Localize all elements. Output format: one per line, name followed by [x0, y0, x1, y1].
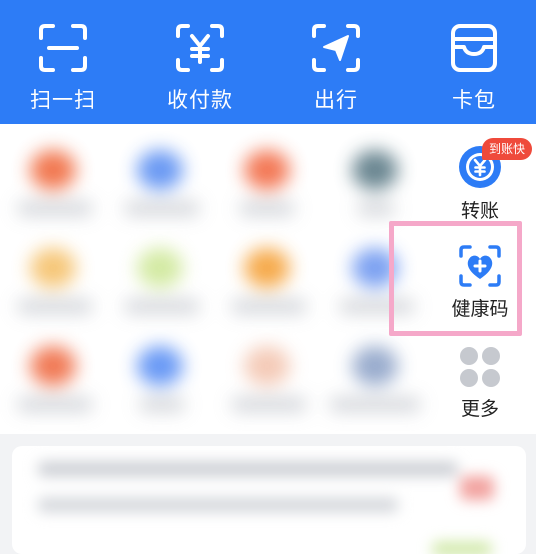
- card-wallet-label: 卡包: [452, 88, 496, 112]
- blurred-app-label: [232, 300, 306, 313]
- blurred-card-thumb: [460, 476, 494, 500]
- health-code-highlight-frame: [389, 221, 522, 336]
- card-wallet-button[interactable]: 卡包: [419, 22, 529, 114]
- blurred-app-label: [125, 202, 199, 215]
- app-grid-panel: 转账 到账快 健康码 更多: [0, 124, 536, 434]
- travel-button[interactable]: 出行: [281, 22, 391, 114]
- blurred-app-icon: [30, 346, 76, 386]
- blurred-app-label: [125, 300, 199, 313]
- blurred-app-label: [18, 202, 92, 215]
- travel-arrow-icon: [312, 24, 360, 72]
- scan-button[interactable]: 扫一扫: [8, 22, 118, 114]
- travel-label: 出行: [314, 88, 358, 112]
- blurred-app-label: [18, 300, 92, 313]
- blurred-app-icon: [137, 248, 183, 288]
- blurred-app-label: [232, 398, 306, 411]
- yuan-receipt-icon: [176, 24, 224, 72]
- blurred-text-line: [38, 462, 458, 476]
- blurred-app-label: [358, 202, 394, 215]
- top-action-bar: 扫一扫 收付款 出行 卡包: [0, 0, 536, 124]
- blurred-app-icon: [244, 150, 290, 190]
- blurred-app-icon: [352, 150, 398, 190]
- scan-icon: [39, 24, 87, 72]
- transfer-label: 转账: [460, 200, 499, 222]
- blurred-card-content: [12, 446, 526, 554]
- blurred-app-icon: [137, 150, 183, 190]
- blurred-app-label: [330, 398, 420, 411]
- receive-pay-button[interactable]: 收付款: [145, 22, 255, 114]
- blurred-app-label: [18, 398, 92, 411]
- blurred-app-icon: [352, 346, 398, 386]
- blurred-card-tag: [432, 542, 492, 554]
- blurred-app-icon: [137, 346, 183, 386]
- blurred-app-label: [240, 202, 294, 215]
- blurred-app-icon: [244, 248, 290, 288]
- blurred-app-icon: [244, 346, 290, 386]
- more-label: 更多: [460, 398, 499, 420]
- wallet-icon: [451, 24, 497, 72]
- scan-label: 扫一扫: [30, 88, 96, 112]
- blurred-app-grid: [0, 124, 420, 424]
- blurred-app-label: [140, 398, 184, 411]
- blurred-text-line: [38, 498, 398, 512]
- more-grid-icon: [460, 347, 500, 387]
- blurred-info-card: [12, 446, 526, 554]
- receive-pay-label: 收付款: [167, 88, 233, 112]
- blurred-app-icon: [30, 248, 76, 288]
- blurred-app-icon: [30, 150, 76, 190]
- fast-arrival-badge: 到账快: [482, 138, 533, 160]
- more-shortcut[interactable]: 更多: [425, 346, 535, 421]
